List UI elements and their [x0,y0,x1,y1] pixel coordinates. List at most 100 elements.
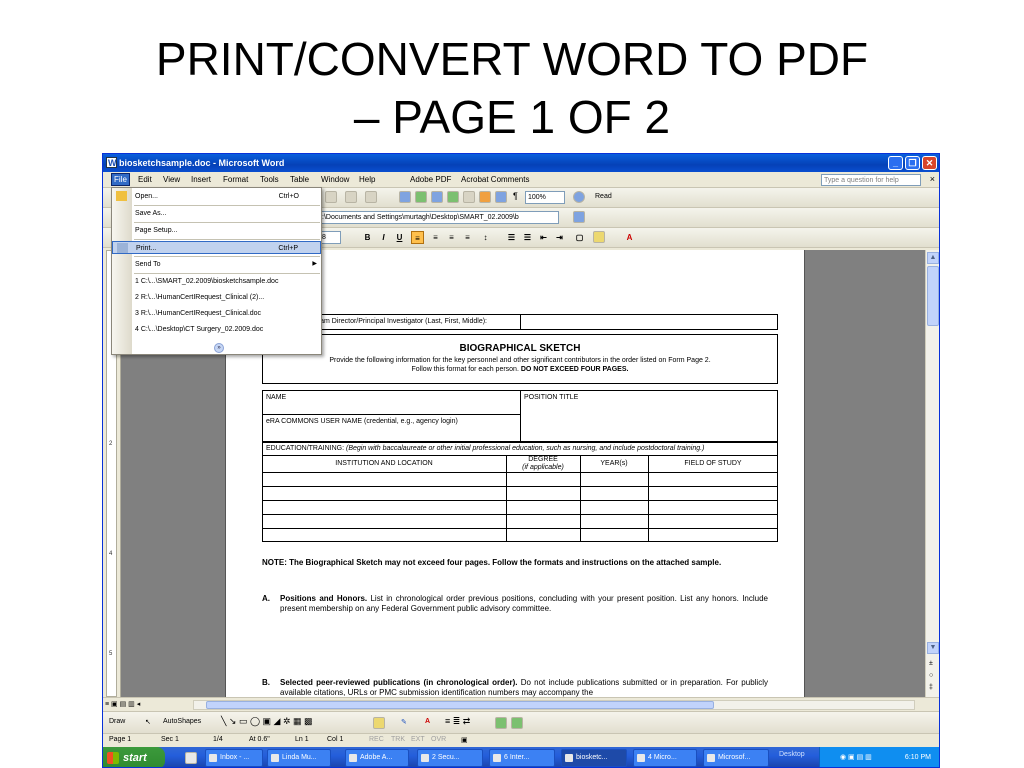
help-icon[interactable] [573,191,585,203]
draw-menu[interactable]: Draw [109,718,125,725]
close-button[interactable]: ✕ [922,156,937,170]
menu-adobe-pdf[interactable]: Adobe PDF [410,175,451,184]
line-color-icon[interactable]: ✎ [401,718,407,726]
menu-item-send-to[interactable]: Send To ▶ [112,258,321,271]
menu-help[interactable]: Help [359,175,375,184]
desktop-toolbar[interactable]: Desktop [779,751,805,758]
borders-icon[interactable]: ▢ [573,231,586,244]
menu-item-page-setup[interactable]: Page Setup... [112,224,321,237]
bold-button[interactable]: B [361,231,374,244]
align-left-icon[interactable]: ≡ [411,231,424,244]
highlight-icon[interactable] [593,231,605,243]
previous-page-icon[interactable]: ± [929,660,933,667]
font-color-draw-icon[interactable]: A [425,718,430,725]
menu-acrobat-comments[interactable]: Acrobat Comments [461,175,529,184]
columns-icon[interactable] [463,191,475,203]
select-objects-icon[interactable]: ↖ [145,718,151,726]
menu-item-recent-4[interactable]: 4 C:\...\Desktop\CT Surgery_02.2009.doc [112,323,321,336]
increase-indent-icon[interactable]: ⇥ [553,231,566,244]
vruler-tick: 2 [109,441,113,447]
task-linda[interactable]: Linda Mu... [267,749,331,767]
vertical-scrollbar[interactable]: ▲ ▼ ± ○ ‡ [925,250,939,697]
horizontal-scrollbar[interactable]: ≡ ▣ ▤ ▥ ◂ [103,697,939,711]
insert-table-icon[interactable] [431,191,443,203]
close-document-icon[interactable]: × [930,174,935,184]
italic-button[interactable]: I [377,231,390,244]
zoom-combo[interactable]: 100% [525,191,565,204]
menu-tools[interactable]: Tools [260,175,279,184]
menu-item-open[interactable]: Open... Ctrl+O [112,190,321,203]
format-painter-icon[interactable] [325,191,337,203]
minimize-button[interactable]: _ [888,156,903,170]
tray-icons[interactable]: ◉ ▣ ▤ ▥ [840,747,872,767]
menu-file[interactable]: File [111,173,130,186]
scroll-down-icon[interactable]: ▼ [927,642,939,654]
task-adobe[interactable]: Adobe A... [345,749,409,767]
menu-item-recent-2[interactable]: 2 R:\...\HumanCertIRequest_Clinical (2).… [112,291,321,304]
align-right-icon[interactable]: ≡ [445,231,458,244]
fill-color-icon[interactable] [373,717,385,729]
submenu-arrow-icon: ▶ [312,261,317,267]
quick-launch-icon[interactable] [185,752,197,764]
drawing-icon[interactable] [479,191,491,203]
menu-item-recent-1[interactable]: 1 C:\...\SMART_02.2009\biosketchsample.d… [112,275,321,288]
restore-button[interactable]: ❐ [905,156,920,170]
status-col: Col 1 [327,736,344,743]
status-ovr[interactable]: OVR [431,736,446,743]
status-rec[interactable]: REC [369,736,384,743]
menu-item-recent-3[interactable]: 3 R:\...\HumanCertIRequest_Clinical.doc [112,307,321,320]
ask-question-box[interactable]: Type a question for help [821,174,921,186]
task-security[interactable]: 2 Secu... [417,749,483,767]
menu-item-print[interactable]: Print... Ctrl+P [112,241,321,254]
task-microsoft[interactable]: Microsof... [703,749,769,767]
menu-format[interactable]: Format [223,175,248,184]
hscroll-track[interactable] [193,700,915,710]
font-color-icon[interactable]: A [623,231,636,244]
hyperlink-icon[interactable] [399,191,411,203]
status-trk[interactable]: TRK [391,736,405,743]
task-microsoft-office[interactable]: 4 Micro... [633,749,697,767]
justify-icon[interactable]: ≡ [461,231,474,244]
spelling-status-icon[interactable]: ▣ [461,736,468,744]
menu-table[interactable]: Table [290,175,309,184]
scroll-thumb[interactable] [927,266,939,326]
expand-menu-icon[interactable]: » [214,343,224,353]
tables-borders-icon[interactable] [415,191,427,203]
hscroll-thumb[interactable] [206,701,714,709]
decrease-indent-icon[interactable]: ⇤ [537,231,550,244]
start-button[interactable]: start [103,747,165,767]
task-inbox[interactable]: Inbox - ... [205,749,263,767]
status-ext[interactable]: EXT [411,736,425,743]
menu-insert[interactable]: Insert [191,175,211,184]
shape-tools[interactable]: ╲ ↘ ▭ ◯ ▣ ◢ ✲ ▦ ▩ [221,716,313,727]
slide-title: PRINT/CONVERT WORD TO PDF – PAGE 1 OF 2 [0,30,1024,146]
browse-object-icon[interactable]: ○ [929,672,933,679]
menu-edit[interactable]: Edit [138,175,152,184]
scroll-up-icon[interactable]: ▲ [927,252,939,264]
menu-view[interactable]: View [163,175,180,184]
numbering-icon[interactable]: ☰ [505,231,518,244]
autoshapes-menu[interactable]: AutoShapes [163,718,201,725]
line-style-icons[interactable]: ≡ ≣ ⇄ [445,716,470,727]
menu-item-save-as[interactable]: Save As... [112,207,321,220]
go-icon[interactable] [573,211,585,223]
address-combo[interactable]: :\Documents and Settings\murtagh\Desktop… [319,211,559,224]
shadow-icon[interactable] [495,717,507,729]
line-spacing-icon[interactable]: ↕ [479,231,492,244]
document-map-icon[interactable] [495,191,507,203]
menu-window[interactable]: Window [321,175,349,184]
read-button[interactable]: Read [595,193,612,200]
task-biosketch[interactable]: biosketc... [561,749,627,767]
underline-button[interactable]: U [393,231,406,244]
show-hide-icon[interactable]: ¶ [513,191,518,201]
undo-icon[interactable] [345,191,357,203]
font-size-combo[interactable]: 8 [319,231,341,244]
align-center-icon[interactable]: ≡ [429,231,442,244]
3d-icon[interactable] [511,717,523,729]
insert-excel-icon[interactable] [447,191,459,203]
redo-icon[interactable] [365,191,377,203]
bullets-icon[interactable]: ☰ [521,231,534,244]
view-buttons[interactable]: ≡ ▣ ▤ ▥ ◂ [105,700,140,708]
task-internet[interactable]: 6 Inter... [489,749,555,767]
next-page-icon[interactable]: ‡ [929,684,933,691]
